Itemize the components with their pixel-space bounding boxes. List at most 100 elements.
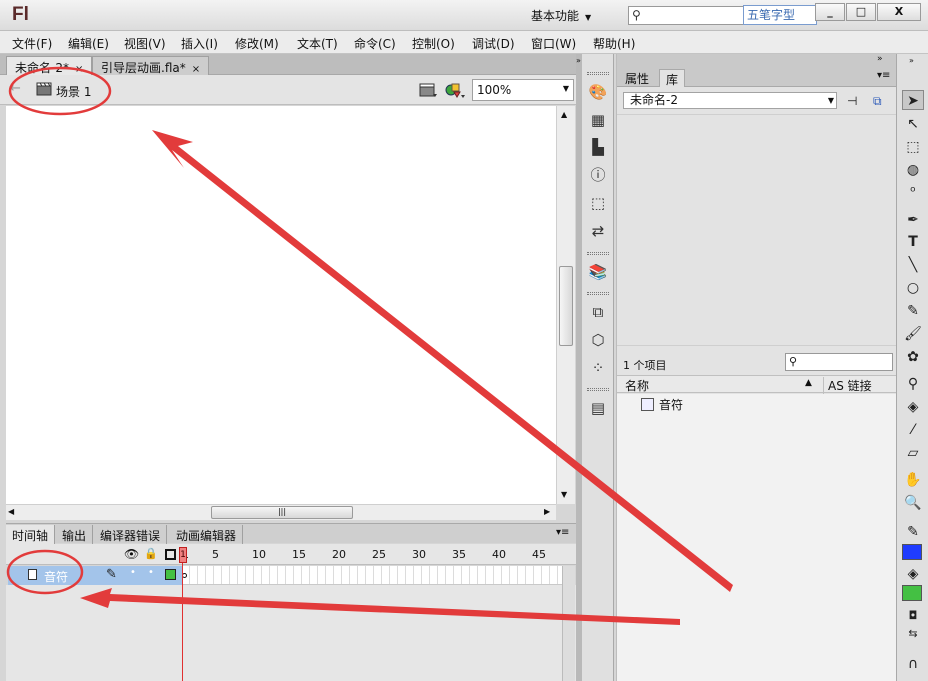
minimize-button[interactable]: _ bbox=[815, 3, 845, 21]
black-white-icon[interactable]: ◘ bbox=[902, 606, 924, 626]
pin-library-icon[interactable]: ⊣ bbox=[847, 94, 857, 108]
tab-guide-layer-animation[interactable]: 引导层动画.fla* × bbox=[92, 56, 210, 75]
eye-icon[interactable]: 👁 bbox=[124, 547, 139, 561]
menu-debug[interactable]: 调试(D) bbox=[472, 35, 515, 52]
new-library-panel-icon[interactable]: ⧉ bbox=[873, 94, 882, 109]
column-name[interactable]: 名称 bbox=[625, 377, 649, 394]
collapse-icon[interactable]: » bbox=[877, 54, 883, 64]
components-icon[interactable]: ⬡ bbox=[588, 330, 608, 350]
swap-colors-icon[interactable]: ⇆ bbox=[902, 624, 924, 644]
menu-insert[interactable]: 插入(I) bbox=[181, 35, 218, 52]
lasso-icon[interactable]: ᵒ bbox=[902, 182, 924, 202]
library-document-select[interactable]: 未命名-2 ▼ bbox=[623, 92, 837, 109]
lock-icon[interactable]: 🔒 bbox=[144, 547, 158, 560]
scroll-thumb[interactable] bbox=[559, 266, 573, 346]
menu-edit[interactable]: 编辑(E) bbox=[68, 35, 109, 52]
close-icon[interactable]: × bbox=[192, 64, 200, 75]
panel-grip[interactable] bbox=[587, 388, 609, 391]
close-icon[interactable]: × bbox=[75, 64, 83, 75]
scroll-up-icon[interactable]: ▲ bbox=[561, 110, 567, 119]
menu-commands[interactable]: 命令(C) bbox=[354, 35, 396, 52]
library-item[interactable]: 音符 bbox=[641, 396, 683, 414]
deco-icon[interactable]: ✿ bbox=[902, 347, 924, 367]
frames-row[interactable] bbox=[182, 566, 562, 585]
fill-color-swatch[interactable] bbox=[902, 585, 922, 601]
layer-outline-color[interactable] bbox=[165, 569, 176, 580]
expand-icon[interactable]: » bbox=[909, 56, 914, 65]
paint-bucket-icon[interactable]: ◈ bbox=[902, 397, 924, 417]
panel-grip[interactable] bbox=[587, 252, 609, 255]
maximize-button[interactable]: □ bbox=[846, 3, 876, 21]
bone-icon[interactable]: ⚲ bbox=[902, 374, 924, 394]
tab-motion-editor[interactable]: 动画编辑器 bbox=[170, 525, 244, 544]
layer-name[interactable]: 音符 bbox=[44, 568, 68, 585]
align-icon[interactable]: ▙ bbox=[588, 137, 608, 157]
tab-timeline[interactable]: 时间轴 bbox=[6, 525, 56, 544]
scroll-left-icon[interactable]: ◀ bbox=[8, 507, 14, 516]
column-as-linkage[interactable]: AS 链接 bbox=[823, 377, 872, 394]
line-icon[interactable]: ╲ bbox=[902, 255, 924, 275]
project-icon[interactable]: ▤ bbox=[588, 398, 608, 418]
motion-presets-icon[interactable]: ⁘ bbox=[588, 358, 608, 378]
edit-symbols-icon[interactable] bbox=[444, 80, 466, 100]
history-icon[interactable]: ⇄ bbox=[588, 221, 608, 241]
scene-breadcrumb[interactable]: 场景 1 bbox=[56, 83, 91, 100]
pencil-icon[interactable]: ✎ bbox=[902, 301, 924, 321]
stroke-color-swatch[interactable] bbox=[902, 544, 922, 560]
collapse-icon[interactable]: » bbox=[576, 56, 581, 65]
swatches-icon[interactable]: ▦ bbox=[588, 110, 608, 130]
edit-scene-icon[interactable] bbox=[418, 81, 438, 99]
panel-grip[interactable] bbox=[587, 72, 609, 75]
sort-ascending-icon[interactable]: ▲ bbox=[805, 378, 812, 388]
eraser-icon[interactable]: ▱ bbox=[902, 443, 924, 463]
back-arrow-icon[interactable]: ← bbox=[10, 81, 21, 96]
hand-icon[interactable]: ✋ bbox=[902, 470, 924, 490]
pen-icon[interactable]: ✒ bbox=[902, 210, 924, 230]
code-snippets-icon[interactable]: ⧉ bbox=[588, 302, 608, 322]
scroll-thumb[interactable]: ||| bbox=[211, 506, 353, 519]
menu-file[interactable]: 文件(F) bbox=[12, 35, 52, 52]
free-transform-icon[interactable]: ⬚ bbox=[902, 137, 924, 157]
snap-icon[interactable]: ∩ bbox=[902, 654, 924, 674]
panel-grip[interactable] bbox=[587, 292, 609, 295]
menu-text[interactable]: 文本(T) bbox=[297, 35, 338, 52]
library-icon[interactable]: 📚 bbox=[588, 262, 608, 282]
tab-properties[interactable]: 属性 bbox=[619, 69, 655, 87]
stroke-color-icon[interactable]: ✎ bbox=[902, 522, 924, 542]
menu-help[interactable]: 帮助(H) bbox=[593, 35, 635, 52]
zoom-select[interactable]: 100% ▼ bbox=[472, 79, 574, 101]
transform-icon[interactable]: ⬚ bbox=[588, 193, 608, 213]
info-icon[interactable]: ⓘ bbox=[588, 165, 608, 185]
fill-color-icon[interactable]: ◈ bbox=[902, 564, 924, 584]
playhead[interactable]: 1 bbox=[179, 547, 187, 563]
tab-untitled-2[interactable]: 未命名-2* × bbox=[6, 56, 93, 75]
zoom-icon[interactable]: 🔍 bbox=[902, 493, 924, 513]
subselection-icon[interactable]: ↖ bbox=[902, 114, 924, 134]
brush-icon[interactable]: 🖌 bbox=[902, 324, 924, 344]
close-button[interactable]: X bbox=[877, 3, 921, 21]
selection-icon[interactable]: ➤ bbox=[902, 90, 924, 110]
color-icon[interactable]: 🎨 bbox=[588, 82, 608, 102]
outline-icon[interactable] bbox=[165, 549, 176, 560]
tab-output[interactable]: 输出 bbox=[56, 525, 94, 544]
library-search-input[interactable]: ⚲ bbox=[785, 353, 893, 371]
timeline-scrollbar[interactable] bbox=[562, 566, 575, 681]
panel-menu-icon[interactable]: ▾≡ bbox=[877, 70, 890, 81]
menu-window[interactable]: 窗口(W) bbox=[531, 35, 576, 52]
text-icon[interactable]: T bbox=[902, 232, 924, 252]
workspace-switcher[interactable]: 基本功能 ▼ bbox=[531, 7, 591, 24]
tab-compiler-errors[interactable]: 编译器错误 bbox=[94, 525, 168, 544]
menu-modify[interactable]: 修改(M) bbox=[235, 35, 279, 52]
stage-horizontal-scrollbar[interactable]: ◀ ||| ▶ bbox=[6, 504, 556, 520]
oval-icon[interactable]: ○ bbox=[902, 278, 924, 298]
scroll-right-icon[interactable]: ▶ bbox=[544, 507, 550, 516]
3d-rotation-icon[interactable]: ◍ bbox=[902, 160, 924, 180]
stage-vertical-scrollbar[interactable]: ▲ ▼ bbox=[556, 106, 575, 504]
menu-control[interactable]: 控制(O) bbox=[412, 35, 455, 52]
menu-view[interactable]: 视图(V) bbox=[124, 35, 166, 52]
scroll-down-icon[interactable]: ▼ bbox=[561, 490, 567, 499]
panel-menu-icon[interactable]: ▾≡ bbox=[556, 527, 569, 538]
eyedropper-icon[interactable]: ⁄ bbox=[902, 420, 924, 440]
visibility-dot[interactable]: • bbox=[130, 567, 136, 578]
lock-dot[interactable]: • bbox=[148, 567, 154, 578]
